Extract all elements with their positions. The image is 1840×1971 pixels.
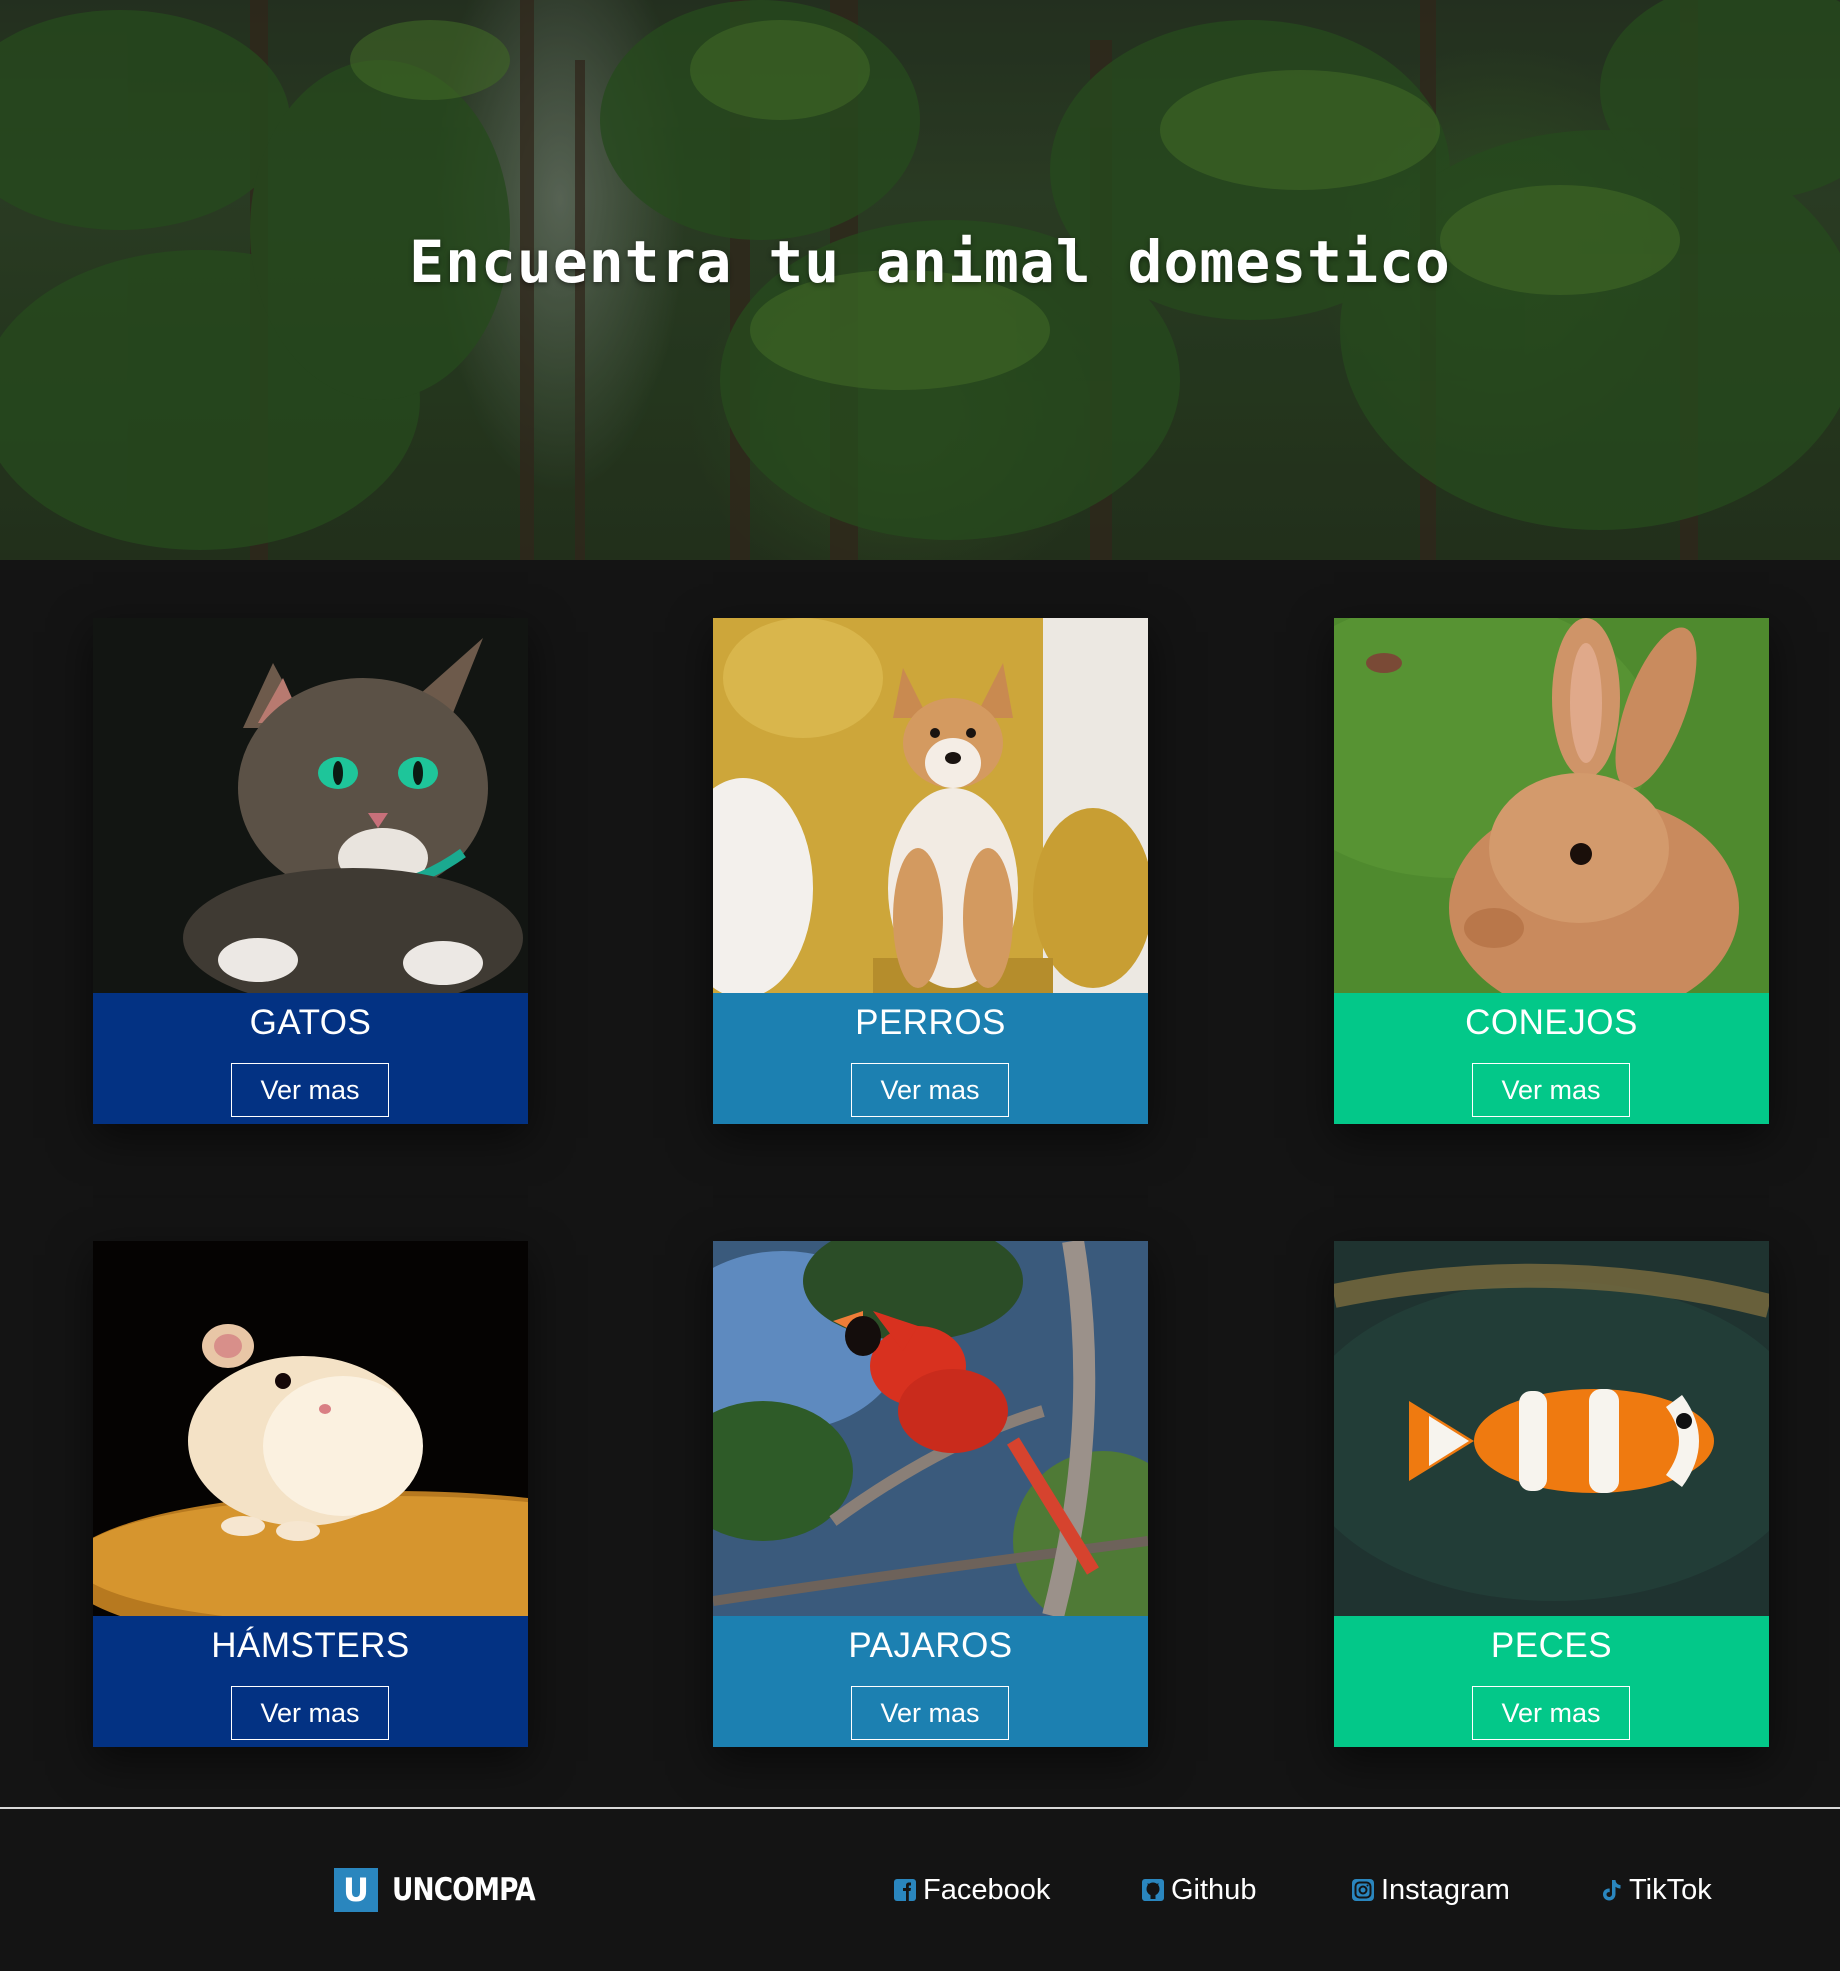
card-title: CONEJOS: [1465, 1003, 1638, 1042]
github-icon: [1142, 1879, 1164, 1901]
card-gatos: GATOS Ver mas: [93, 618, 528, 1124]
dog-photo: [713, 618, 1148, 993]
tiktok-link[interactable]: TikTok: [1599, 1867, 1712, 1913]
rabbit-photo: [1334, 618, 1769, 993]
logo-mark: U: [334, 1868, 378, 1912]
cat-photo: [93, 618, 528, 993]
github-label: Github: [1171, 1873, 1257, 1906]
card-title: PAJAROS: [848, 1626, 1013, 1665]
tiktok-label: TikTok: [1629, 1873, 1712, 1906]
facebook-label: Facebook: [923, 1873, 1051, 1906]
ver-mas-button[interactable]: Ver mas: [231, 1063, 389, 1117]
bird-photo: [713, 1241, 1148, 1616]
card-peces: PECES Ver mas: [1334, 1241, 1769, 1747]
logo-text: UNCOMPA: [392, 1872, 536, 1908]
instagram-icon: [1352, 1879, 1374, 1901]
card-conejos: CONEJOS Ver mas: [1334, 618, 1769, 1124]
ver-mas-button[interactable]: Ver mas: [231, 1686, 389, 1740]
ver-mas-button[interactable]: Ver mas: [1472, 1686, 1630, 1740]
brand-logo[interactable]: U UNCOMPA: [334, 1867, 560, 1913]
ver-mas-button[interactable]: Ver mas: [1472, 1063, 1630, 1117]
instagram-link[interactable]: Instagram: [1351, 1867, 1510, 1913]
card-pajaros: PAJAROS Ver mas: [713, 1241, 1148, 1747]
facebook-icon: [894, 1879, 916, 1901]
card-hamsters: HÁMSTERS Ver mas: [93, 1241, 528, 1747]
hero-banner: Encuentra tu animal domestico: [0, 0, 1840, 560]
card-title: GATOS: [249, 1003, 372, 1042]
card-title: HÁMSTERS: [211, 1626, 410, 1665]
ver-mas-button[interactable]: Ver mas: [851, 1686, 1009, 1740]
fish-photo: [1334, 1241, 1769, 1616]
card-footer: CONEJOS Ver mas: [1334, 993, 1769, 1124]
card-footer: PAJAROS Ver mas: [713, 1616, 1148, 1747]
github-link[interactable]: Github: [1141, 1867, 1256, 1913]
hero-title: Encuentra tu animal domestico: [409, 228, 1451, 296]
card-title: PERROS: [855, 1003, 1006, 1042]
facebook-link[interactable]: Facebook: [893, 1867, 1050, 1913]
card-footer: PERROS Ver mas: [713, 993, 1148, 1124]
card-footer: PECES Ver mas: [1334, 1616, 1769, 1747]
instagram-label: Instagram: [1381, 1873, 1510, 1906]
tiktok-icon: [1603, 1880, 1621, 1901]
card-footer: GATOS Ver mas: [93, 993, 528, 1124]
card-perros: PERROS Ver mas: [713, 618, 1148, 1124]
ver-mas-button[interactable]: Ver mas: [851, 1063, 1009, 1117]
hamster-photo: [93, 1241, 528, 1616]
card-title: PECES: [1490, 1626, 1613, 1665]
footer: U UNCOMPA Facebook Github Instagram TikT…: [0, 1809, 1840, 1971]
card-footer: HÁMSTERS Ver mas: [93, 1616, 528, 1747]
